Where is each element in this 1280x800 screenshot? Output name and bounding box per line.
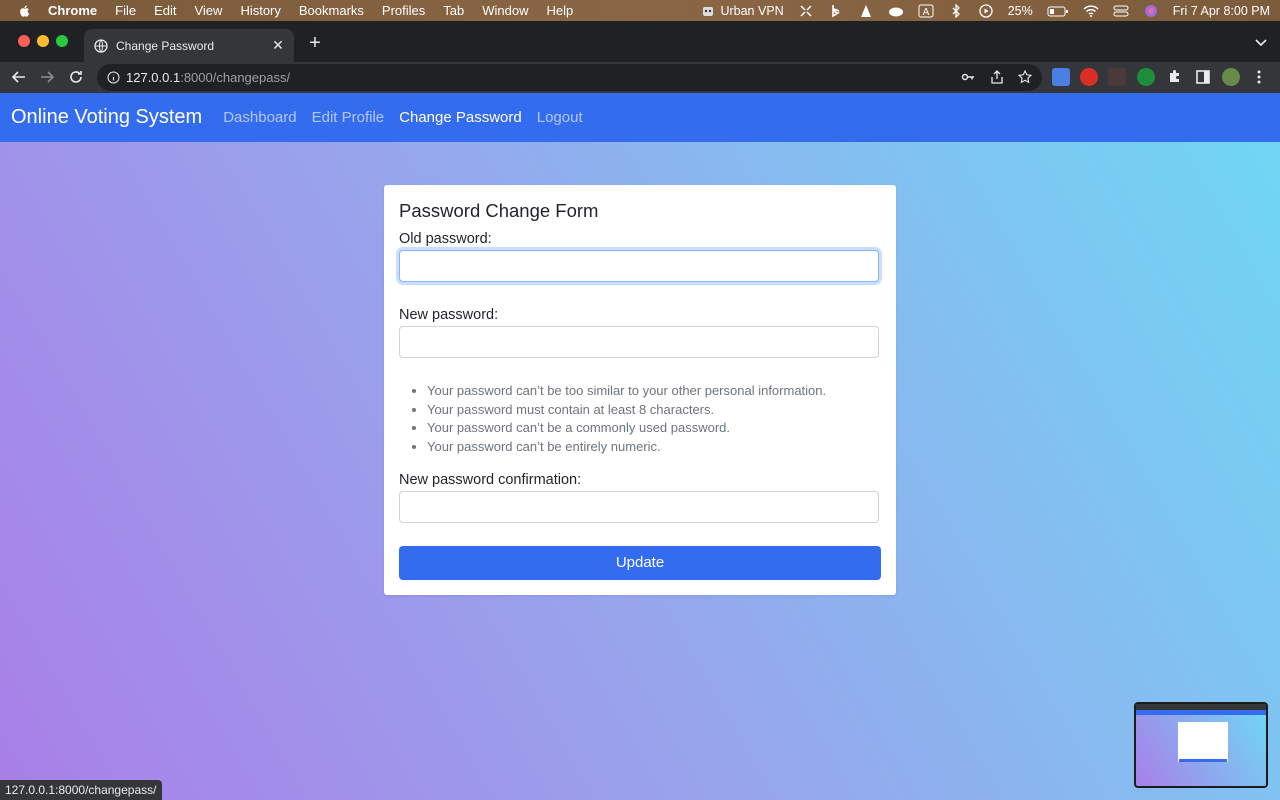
old-password-label: Old password:: [399, 231, 492, 247]
site-info-icon[interactable]: [107, 71, 120, 84]
password-change-card: Password Change Form Old password: New p…: [384, 185, 896, 595]
date-time[interactable]: Fri 7 Apr 8:00 PM: [1173, 4, 1270, 18]
bluetooth-icon[interactable]: [948, 3, 964, 18]
bing-icon[interactable]: [828, 4, 844, 18]
password-requirements-list: Your password can’t be too similar to yo…: [399, 382, 907, 457]
new-tab-button[interactable]: +: [305, 33, 325, 53]
password-requirement: Your password can’t be too similar to yo…: [427, 382, 907, 401]
play-circle-icon[interactable]: [978, 3, 994, 18]
extensions-puzzle-icon[interactable]: [1166, 68, 1184, 86]
battery-icon[interactable]: [1047, 4, 1069, 18]
new-password-label: New password:: [399, 307, 499, 323]
battery-percent: 25%: [1007, 3, 1033, 18]
reload-icon[interactable]: [68, 69, 84, 85]
siri-icon[interactable]: [1143, 4, 1159, 18]
globe-icon: [94, 38, 108, 53]
link-status-bubble: 127.0.0.1:8000/changepass/: [0, 780, 163, 800]
profile-avatar[interactable]: [1222, 68, 1240, 86]
url-text[interactable]: 127.0.0.1:8000/changepass/: [126, 70, 290, 85]
new-password-input[interactable]: [399, 326, 879, 358]
tab-close-icon[interactable]: ✕: [270, 37, 286, 53]
menu-history[interactable]: History: [240, 3, 280, 18]
svg-text:A: A: [922, 7, 929, 18]
vlc-cone-icon[interactable]: [858, 4, 874, 18]
menu-view[interactable]: View: [194, 3, 222, 18]
menu-profiles[interactable]: Profiles: [382, 3, 425, 18]
password-requirement: Your password must contain at least 8 ch…: [427, 401, 907, 420]
adblock-extension-icon[interactable]: [1080, 68, 1098, 86]
tab-title: Change Password: [116, 38, 215, 53]
apple-icon[interactable]: [18, 4, 32, 18]
confirm-password-input[interactable]: [399, 491, 879, 523]
update-button[interactable]: Update: [399, 546, 881, 580]
key-icon[interactable]: [961, 70, 975, 84]
nav-link-logout[interactable]: Logout: [537, 109, 583, 126]
browser-toolbar: 127.0.0.1:8000/changepass/: [0, 62, 1280, 93]
menu-help[interactable]: Help: [547, 3, 574, 18]
confirm-password-label: New password confirmation:: [399, 472, 582, 488]
menu-window[interactable]: Window: [482, 3, 528, 18]
form-title: Password Change Form: [399, 200, 599, 221]
browser-tab-strip: Change Password ✕ +: [0, 21, 1280, 62]
macos-menu-bar: Chrome File Edit View History Bookmarks …: [0, 0, 1280, 21]
tab-search-chevron-icon[interactable]: [1254, 35, 1268, 49]
back-arrow-icon[interactable]: [11, 69, 27, 85]
menu-bookmarks[interactable]: Bookmarks: [299, 3, 364, 18]
url-path: :8000/changepass/: [180, 70, 291, 85]
vpn-robot-icon: [703, 6, 714, 16]
menu-edit[interactable]: Edit: [154, 3, 176, 18]
check-extension-icon[interactable]: [1137, 68, 1155, 86]
cloud-app-icon[interactable]: [888, 4, 904, 18]
url-host: 127.0.0.1: [126, 70, 181, 85]
vpn-label: Urban VPN: [720, 3, 784, 18]
address-bar[interactable]: 127.0.0.1:8000/changepass/: [97, 64, 1042, 91]
share-icon[interactable]: [990, 70, 1004, 84]
screenshot-thumbnail-preview[interactable]: [1134, 702, 1268, 788]
input-source-icon[interactable]: A: [918, 4, 934, 18]
window-minimize-button[interactable]: [37, 35, 49, 47]
page-viewport: Online Voting System Dashboard Edit Prof…: [0, 93, 1280, 800]
menu-bar-status-area: Urban VPN A 25% Fri 7 Apr 8:00 PM: [700, 0, 1270, 21]
arrows-icon[interactable]: [798, 4, 814, 18]
navbar-brand[interactable]: Online Voting System: [11, 106, 202, 129]
control-center-icon[interactable]: [1113, 4, 1129, 18]
window-zoom-button[interactable]: [56, 35, 68, 47]
window-close-button[interactable]: [18, 35, 30, 47]
wifi-icon[interactable]: [1083, 4, 1099, 18]
nav-link-dashboard[interactable]: Dashboard: [223, 109, 296, 126]
menu-tab[interactable]: Tab: [443, 3, 464, 18]
site-navbar: Online Voting System Dashboard Edit Prof…: [0, 93, 1280, 142]
password-requirement: Your password can’t be entirely numeric.: [427, 438, 907, 457]
password-requirement: Your password can’t be a commonly used p…: [427, 419, 907, 438]
google-translate-extension-icon[interactable]: [1052, 68, 1070, 86]
nav-link-change-password[interactable]: Change Password: [399, 109, 522, 126]
bookmark-star-icon[interactable]: [1018, 70, 1032, 84]
browser-tab-active[interactable]: Change Password ✕: [84, 29, 294, 62]
menu-file[interactable]: File: [115, 3, 136, 18]
nav-link-edit-profile[interactable]: Edit Profile: [312, 109, 385, 126]
old-password-input[interactable]: [399, 250, 879, 282]
urban-vpn-item[interactable]: Urban VPN: [700, 3, 784, 18]
side-panel-icon[interactable]: [1194, 68, 1212, 86]
menu-app-name[interactable]: Chrome: [48, 3, 97, 18]
more-menu-icon[interactable]: [1252, 68, 1266, 86]
forward-arrow-icon[interactable]: [39, 69, 55, 85]
disabled-extension-icon[interactable]: [1108, 68, 1126, 86]
